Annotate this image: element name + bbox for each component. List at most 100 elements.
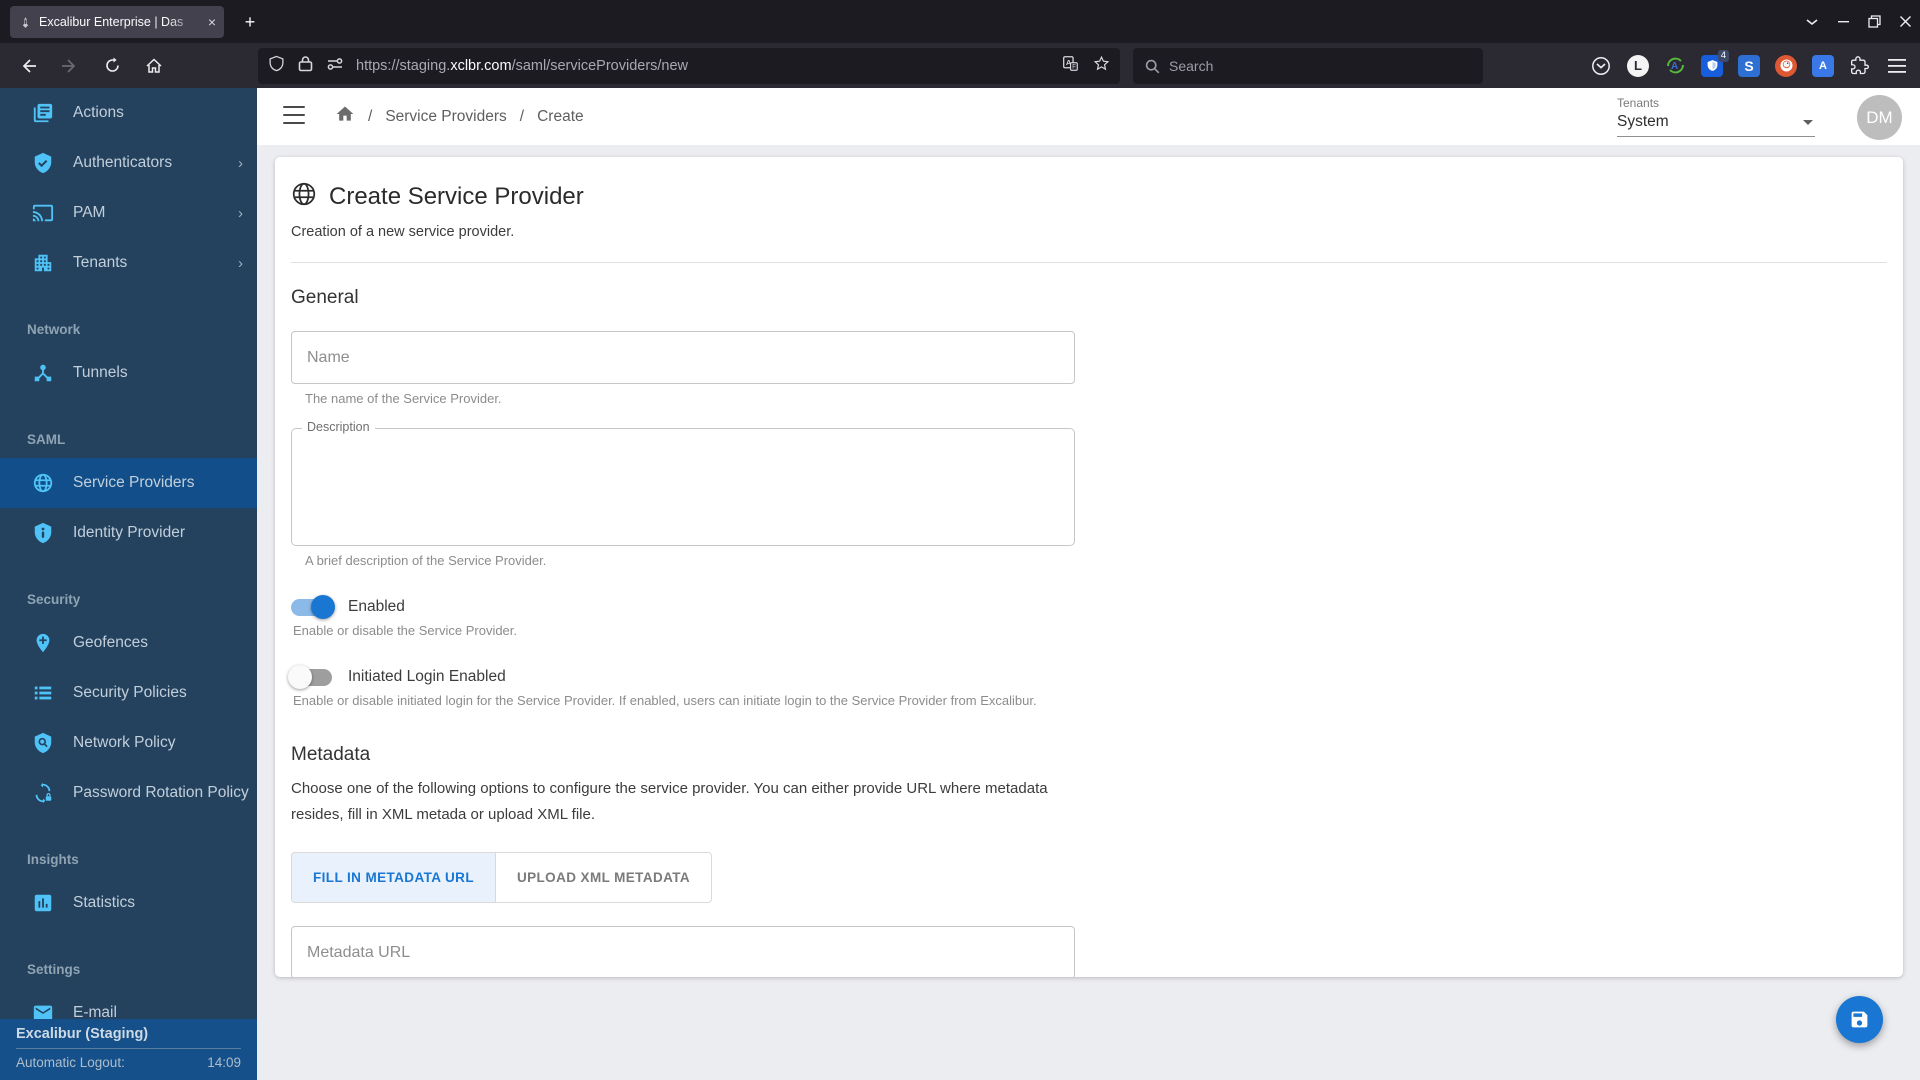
sidebar-item-service-providers[interactable]: Service Providers [0, 458, 257, 508]
enabled-toggle[interactable] [291, 595, 335, 619]
translate-page-icon[interactable]: AF [1062, 55, 1079, 77]
chevron-right-icon: › [238, 204, 243, 222]
sidebar-item-tunnels[interactable]: Tunnels [0, 348, 257, 398]
statistics-icon [31, 891, 55, 915]
save-icon [1851, 1011, 1868, 1028]
sidebar-item-network-policy[interactable]: Network Policy [0, 718, 257, 768]
back-button[interactable] [12, 50, 44, 82]
sidebar-section-security: Security [27, 592, 81, 607]
sidebar-item-actions[interactable]: Actions [0, 88, 257, 138]
tab-title: Excalibur Enterprise | Das [39, 15, 184, 29]
name-input[interactable] [291, 331, 1075, 384]
duckduckgo-icon[interactable] [1775, 54, 1797, 77]
page-title: Create Service Provider [329, 182, 584, 210]
lock-icon[interactable] [298, 55, 313, 77]
sidebar-section-network: Network [27, 322, 81, 337]
bitwarden-badge: 4 [1717, 49, 1729, 62]
forward-button[interactable] [54, 50, 86, 82]
description-field: Description [291, 420, 1075, 546]
sidebar-item-password-rotation-policy[interactable]: Password Rotation Policy [0, 768, 257, 818]
identity-provider-icon [31, 521, 55, 545]
chevron-right-icon: › [238, 254, 243, 272]
extension-s-icon[interactable]: S [1738, 54, 1760, 77]
metadata-url-input[interactable] [291, 926, 1075, 977]
description-label: Description [302, 420, 375, 434]
svg-text:F: F [1072, 65, 1076, 71]
extensions-puzzle-icon[interactable] [1849, 55, 1871, 77]
sidebar-item-geofences[interactable]: Geofences [0, 618, 257, 668]
sidebar-toggle-button[interactable] [283, 106, 305, 124]
tab-close-icon[interactable]: × [208, 14, 216, 30]
sidebar-section-saml: SAML [27, 432, 66, 447]
tenant-select[interactable]: Tenants System [1617, 96, 1815, 137]
general-section-heading: General [291, 287, 359, 308]
sidebar-item-statistics[interactable]: Statistics [0, 878, 257, 928]
bitwarden-icon[interactable]: 4 [1701, 49, 1729, 77]
sidebar-item-security-policies[interactable]: Security Policies [0, 668, 257, 718]
breadcrumb-item-create: Create [537, 107, 584, 125]
permissions-icon[interactable] [326, 57, 344, 76]
authenticators-icon [31, 151, 55, 175]
new-tab-button[interactable]: + [236, 8, 264, 36]
enabled-label: Enabled [348, 598, 405, 615]
sidebar-item-tenants[interactable]: Tenants › [0, 238, 257, 288]
page-subtitle: Creation of a new service provider. [291, 224, 515, 240]
translate-green-icon[interactable]: A [1664, 55, 1686, 77]
history-clock-icon[interactable]: L [1627, 54, 1649, 77]
tracking-shield-icon[interactable] [268, 55, 285, 77]
enabled-helper: Enable or disable the Service Provider. [293, 623, 518, 638]
window-minimize-button[interactable] [1837, 15, 1850, 28]
breadcrumb-home-icon[interactable] [335, 104, 355, 129]
password-rotation-icon [31, 781, 55, 805]
auto-logout-label: Automatic Logout: [16, 1055, 125, 1070]
description-textarea[interactable] [292, 429, 1074, 545]
home-button[interactable] [138, 50, 170, 82]
url-bar[interactable]: https://staging.xclbr.com/saml/servicePr… [258, 48, 1120, 84]
metadata-section-heading: Metadata [291, 744, 371, 765]
browser-tab-bar: Excalibur Enterprise | Das × + [0, 0, 1920, 43]
menu-hamburger-icon[interactable] [1886, 55, 1908, 77]
network-policy-icon [31, 731, 55, 755]
breadcrumb-item-service-providers[interactable]: Service Providers [385, 108, 506, 126]
security-policies-icon [31, 681, 55, 705]
tab-list-chevron-icon[interactable] [1805, 15, 1819, 29]
reload-button[interactable] [96, 50, 128, 82]
browser-navbar: https://staging.xclbr.com/saml/servicePr… [0, 43, 1920, 88]
sidebar-item-identity-provider[interactable]: Identity Provider [0, 508, 257, 558]
search-bar[interactable]: Search [1133, 48, 1483, 84]
initiated-login-toggle[interactable] [288, 665, 332, 689]
browser-tab[interactable]: Excalibur Enterprise | Das × [10, 6, 224, 38]
initiated-login-helper: Enable or disable initiated login for th… [293, 693, 1037, 708]
description-helper: A brief description of the Service Provi… [305, 553, 547, 568]
window-close-button[interactable] [1899, 15, 1912, 28]
avatar[interactable]: DM [1857, 95, 1902, 140]
sidebar-section-settings: Settings [27, 962, 81, 977]
page-header: / Service Providers / Create Tenants Sys… [257, 88, 1920, 145]
sidebar-item-authenticators[interactable]: Authenticators › [0, 138, 257, 188]
metadata-intro: Choose one of the following options to c… [291, 780, 1048, 823]
sidebar-item-pam[interactable]: PAM › [0, 188, 257, 238]
sidebar: Actions Authenticators › PAM › Tenants ›… [0, 88, 257, 1080]
fill-metadata-url-tab[interactable]: FILL IN METADATA URL [292, 853, 496, 902]
window-restore-button[interactable] [1868, 15, 1881, 28]
globe-icon [291, 181, 317, 212]
save-button[interactable] [1836, 996, 1883, 1043]
name-helper: The name of the Service Provider. [305, 391, 502, 406]
environment-label: Excalibur (Staging) [16, 1026, 149, 1042]
upload-xml-metadata-tab[interactable]: UPLOAD XML METADATA [495, 853, 712, 902]
tunnels-icon [31, 361, 55, 385]
service-providers-globe-icon [31, 471, 55, 495]
tenant-select-value: System [1617, 113, 1669, 130]
actions-icon [31, 101, 55, 125]
url-text[interactable]: https://staging.xclbr.com/saml/servicePr… [356, 58, 1054, 74]
svg-text:A: A [1671, 61, 1678, 72]
caret-down-icon [1803, 119, 1813, 125]
metadata-mode-group: FILL IN METADATA URL UPLOAD XML METADATA [291, 852, 713, 903]
create-service-provider-card: Create Service Provider Creation of a ne… [275, 157, 1903, 977]
bookmark-star-icon[interactable] [1093, 55, 1110, 77]
pocket-icon[interactable] [1590, 55, 1612, 77]
favicon-icon [18, 15, 32, 29]
sidebar-section-insights: Insights [27, 852, 79, 867]
search-icon [1145, 59, 1160, 73]
translate-blue-icon[interactable]: A [1812, 54, 1834, 77]
